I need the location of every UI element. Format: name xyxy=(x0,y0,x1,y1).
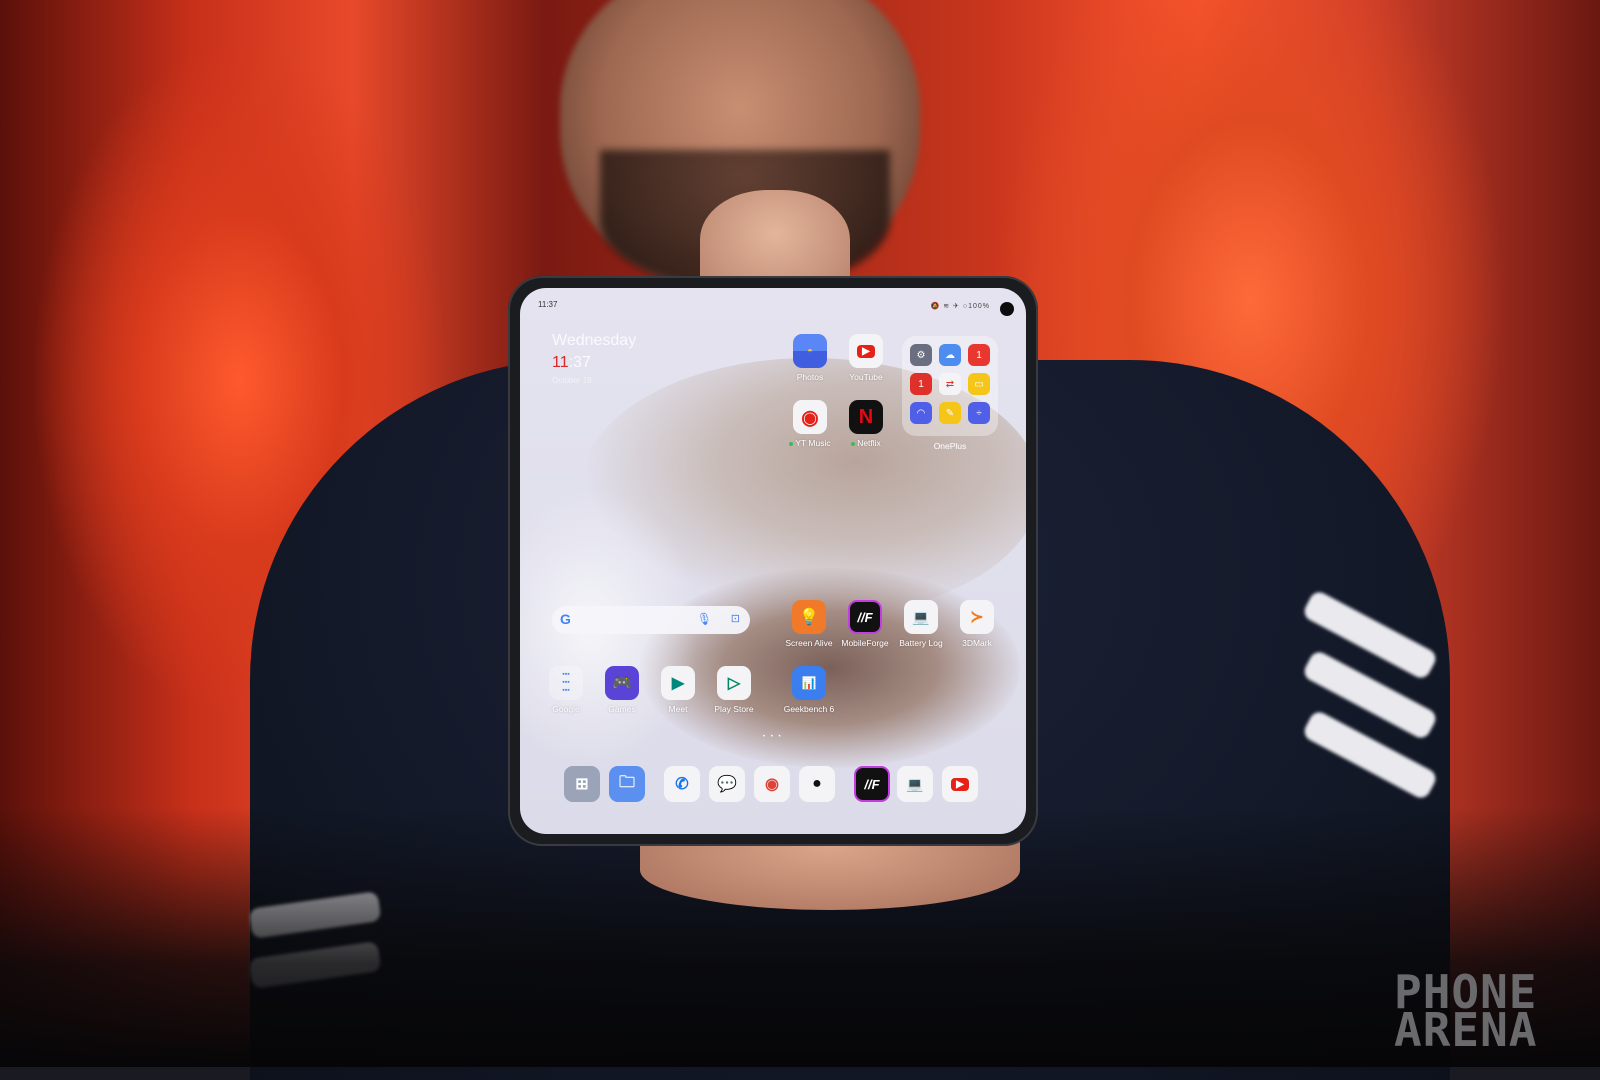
app-mobileforge[interactable]: //F MobileForge xyxy=(839,600,891,648)
clock-minute: :37 xyxy=(568,354,591,371)
clock-time[interactable]: 11:37 xyxy=(552,354,591,372)
new-dot xyxy=(851,441,856,446)
bulb-icon: 💡 xyxy=(792,600,826,634)
yt-music-icon: ◉ xyxy=(793,400,827,434)
notes-icon: ✎ xyxy=(939,402,961,424)
clock-hour: 11 xyxy=(552,354,569,371)
status-icons: 🔕 ≋ ✈ ○100% xyxy=(931,302,990,310)
folder-google[interactable]: ▪▪▪ ▪▪▪ ▪▪▪ Google xyxy=(540,666,592,714)
status-time: 11:37 xyxy=(538,300,558,309)
app-geekbench[interactable]: 📊 Geekbench 6 xyxy=(783,666,835,714)
app-youtube[interactable]: ▶ YouTube xyxy=(840,334,892,382)
folder-clock-icon: 🗀 xyxy=(609,766,645,802)
oneplus-store-icon: 1 xyxy=(968,344,990,366)
app-battery-log[interactable]: 💻 Battery Log xyxy=(895,600,947,648)
google-search-bar[interactable]: G 🎙 ⊡ xyxy=(552,606,750,634)
app-screen-alive[interactable]: 💡 Screen Alive xyxy=(783,600,835,648)
clone-phone-icon: ⇄ xyxy=(939,373,961,395)
app-3dmark[interactable]: ≻ 3DMark xyxy=(951,600,1003,648)
lens-icon[interactable]: ⊡ xyxy=(731,612,740,625)
file-manager-icon: ▭ xyxy=(968,373,990,395)
mobileforge-icon: //F xyxy=(854,766,890,802)
airplane-icon: ✈ xyxy=(953,303,960,310)
google-folder-icon: ▪▪▪ ▪▪▪ ▪▪▪ xyxy=(549,666,583,700)
youtube-icon: ▶ xyxy=(942,766,978,802)
mute-icon: 🔕 xyxy=(930,303,941,310)
gamepad-icon: 🎮 xyxy=(605,666,639,700)
battery-log-icon: 💻 xyxy=(904,600,938,634)
3dmark-icon: ≻ xyxy=(960,600,994,634)
play-store-icon: ▷ xyxy=(717,666,751,700)
app-netflix[interactable]: N Netflix xyxy=(840,400,892,448)
battery-level: 100% xyxy=(968,303,990,310)
app-yt-music[interactable]: ◉ YT Music xyxy=(784,400,836,448)
status-bar: 11:37 🔕 ≋ ✈ ○100% xyxy=(520,300,1026,314)
geekbench-icon: 📊 xyxy=(792,666,826,700)
app-photos[interactable]: ◓ Photos xyxy=(784,334,836,382)
youtube-icon: ▶ xyxy=(849,334,883,368)
clock-day[interactable]: Wednesday xyxy=(552,332,636,350)
settings-icon: ⚙ xyxy=(910,344,932,366)
page-indicator: • • • xyxy=(763,734,783,740)
dock-youtube[interactable]: ▶ xyxy=(934,766,986,802)
folder-label: OnePlus xyxy=(933,441,967,451)
meet-icon: ▶ xyxy=(661,666,695,700)
camera-icon: ● xyxy=(799,766,835,802)
home-screen: 11:37 🔕 ≋ ✈ ○100% Wednesday 11:37 Octobe… xyxy=(520,288,1026,834)
notes-red-icon: 1 xyxy=(910,373,932,395)
folder-oneplus[interactable]: ⚙ ☁ 1 1 ⇄ ▭ ◠ ✎ ÷ xyxy=(902,336,998,436)
dock-camera[interactable]: ● xyxy=(791,766,843,802)
phonearena-watermark: PHONE ARENA xyxy=(1394,965,1538,1057)
battery-log-icon: 💻 xyxy=(897,766,933,802)
grid-icon: ⊞ xyxy=(564,766,600,802)
messages-icon: 💬 xyxy=(709,766,745,802)
wifi-icon: ≋ xyxy=(943,303,951,310)
calculator-icon: ÷ xyxy=(968,402,990,424)
chrome-icon: ◉ xyxy=(754,766,790,802)
mobileforge-icon: //F xyxy=(848,600,882,634)
remote-icon: ◠ xyxy=(910,402,932,424)
new-dot xyxy=(789,441,794,446)
phone-icon: ✆ xyxy=(664,766,700,802)
weather-icon: ☁ xyxy=(939,344,961,366)
app-games[interactable]: 🎮 Games xyxy=(596,666,648,714)
camera-cutout xyxy=(1000,302,1014,316)
app-meet[interactable]: ▶ Meet xyxy=(652,666,704,714)
photos-icon: ◓ xyxy=(793,334,827,368)
app-play-store[interactable]: ▷ Play Store xyxy=(708,666,760,714)
clock-date: October 18 xyxy=(552,376,592,385)
dock-files[interactable]: 🗀 xyxy=(601,766,653,802)
mic-icon[interactable]: 🎙 xyxy=(697,612,712,626)
netflix-icon: N xyxy=(849,400,883,434)
google-logo: G xyxy=(560,611,571,627)
